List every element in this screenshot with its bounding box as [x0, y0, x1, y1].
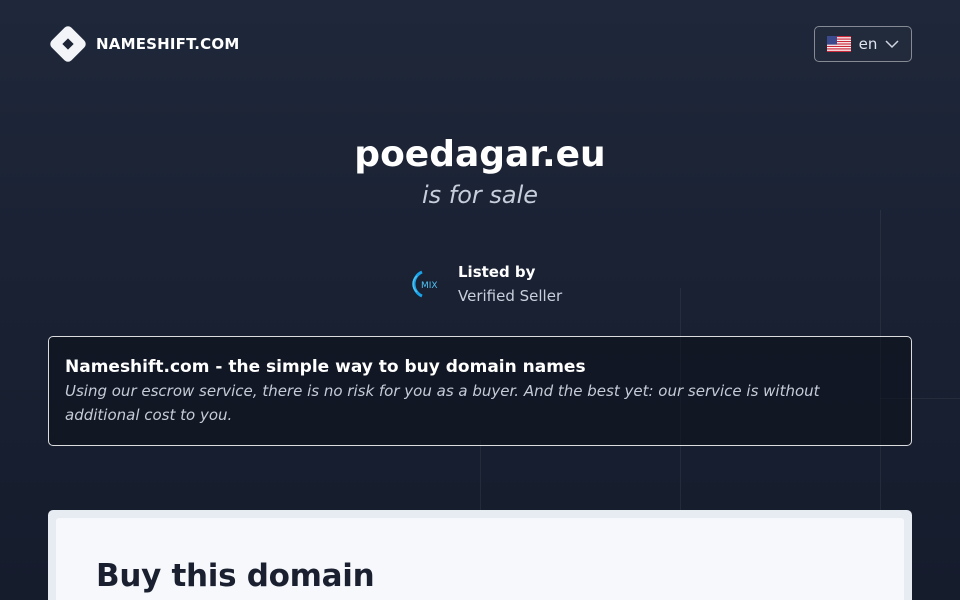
info-title: Nameshift.com - the simple way to buy do… — [65, 357, 586, 377]
mix-seller-logo-icon: MIX — [412, 270, 438, 298]
listed-by-label: Listed by — [458, 263, 536, 281]
listed-by: MIX Listed by Verified Seller — [408, 260, 562, 308]
for-sale-subtitle: is for sale — [421, 181, 539, 209]
language-selector[interactable]: en — [814, 26, 912, 62]
info-box: Nameshift.com - the simple way to buy do… — [48, 336, 912, 446]
buy-card: Buy this domain — [48, 510, 912, 600]
nameshift-logo-icon — [48, 24, 88, 64]
seller-name: Verified Seller — [458, 287, 563, 305]
brand-link[interactable]: NAMESHIFT.COM — [48, 24, 239, 64]
buy-title: Buy this domain — [96, 558, 375, 594]
mix-logo-text: MIX — [421, 281, 438, 291]
brand-name: NAMESHIFT.COM — [96, 35, 240, 53]
header: NAMESHIFT.COM en — [48, 24, 912, 64]
language-label: en — [858, 35, 878, 53]
domain-name: poedagar.eu — [354, 134, 606, 175]
us-flag-icon — [826, 36, 851, 52]
info-text: Using our escrow service, there is no ri… — [65, 382, 820, 424]
hero: poedagar.eu is for sale — [0, 132, 960, 210]
chevron-down-icon — [885, 40, 899, 49]
